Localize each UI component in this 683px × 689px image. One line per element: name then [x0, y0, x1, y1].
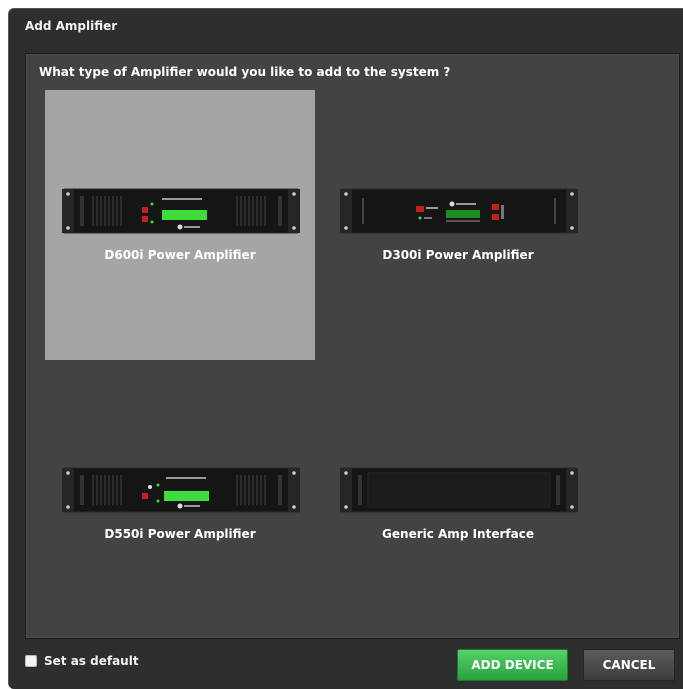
generic-amplifier-icon — [340, 467, 578, 513]
d550i-amplifier-icon — [62, 467, 300, 513]
set-default-checkbox[interactable] — [25, 655, 37, 667]
option-label: D600i Power Amplifier — [104, 248, 256, 262]
question-text: What type of Amplifier would you like to… — [39, 65, 451, 79]
d300i-amplifier-icon — [340, 188, 578, 234]
option-d600i[interactable]: D600i Power Amplifier — [45, 90, 315, 360]
amplifier-options-panel: What type of Amplifier would you like to… — [25, 53, 680, 639]
dialog-title: Add Amplifier — [25, 19, 118, 33]
option-generic-amp[interactable]: Generic Amp Interface — [323, 369, 593, 639]
option-d300i[interactable]: D300i Power Amplifier — [323, 90, 593, 360]
option-label: Generic Amp Interface — [382, 527, 534, 541]
set-default-checkbox-row[interactable]: Set as default — [25, 654, 139, 668]
option-d550i[interactable]: D550i Power Amplifier — [45, 369, 315, 639]
option-label: D300i Power Amplifier — [382, 248, 534, 262]
set-default-label: Set as default — [44, 654, 139, 668]
option-label: D550i Power Amplifier — [104, 527, 256, 541]
add-device-button[interactable]: ADD DEVICE — [457, 649, 568, 681]
add-amplifier-dialog: Add Amplifier What type of Amplifier wou… — [8, 8, 683, 689]
cancel-button[interactable]: CANCEL — [583, 649, 675, 681]
d600i-amplifier-icon — [62, 188, 300, 234]
